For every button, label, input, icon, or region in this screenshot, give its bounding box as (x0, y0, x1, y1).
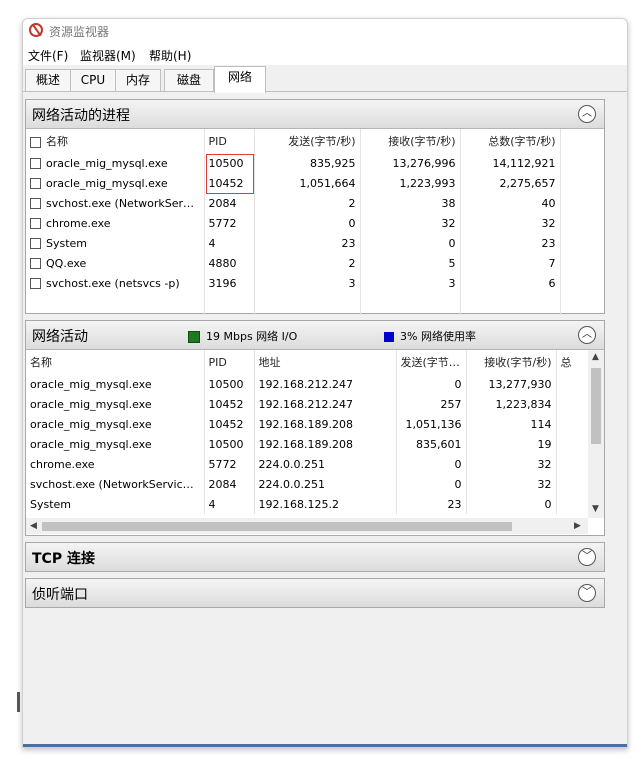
table-row[interactable]: oracle_mig_mysql.exe 10500 192.168.189.208… (26, 434, 588, 454)
resize-grip[interactable] (17, 692, 20, 712)
column-header-total[interactable]: 总 (556, 350, 588, 374)
table-row[interactable]: chrome.exe 5772 224.0.0.251 0 32 (26, 454, 588, 474)
menu-bar: 文件(F) 监视器(M) 帮助(H) (23, 43, 627, 65)
listening-ports-panel: 侦听端口 ﹀ (25, 578, 605, 608)
table-row[interactable]: oracle_mig_mysql.exe 10452 192.168.189.208… (26, 414, 588, 434)
tab-cpu[interactable]: CPU (70, 69, 116, 91)
row-checkbox[interactable] (30, 178, 41, 189)
table-row[interactable]: chrome.exe 5772 0 32 32 (26, 213, 604, 233)
row-checkbox[interactable] (30, 158, 41, 169)
network-table: 名称 PID 地址 发送(字节/... 接收(字节/秒) 总 oracle_mi… (26, 350, 588, 514)
expand-chevron-icon[interactable]: ﹀ (578, 548, 596, 566)
column-header-name[interactable]: 名称 (26, 350, 205, 374)
row-checkbox[interactable] (30, 278, 41, 289)
collapse-chevron-icon[interactable]: ︿ (578, 326, 596, 344)
network-header-row: 名称 PID 地址 发送(字节/... 接收(字节/秒) 总 (26, 350, 588, 374)
expand-chevron-icon[interactable]: ﹀ (578, 584, 596, 602)
select-all-checkbox[interactable] (30, 136, 41, 148)
processes-panel-header[interactable]: 网络活动的进程 ︿ (26, 100, 604, 129)
tab-network[interactable]: 网络 (214, 66, 266, 93)
resource-monitor-window: 资源监视器 文件(F) 监视器(M) 帮助(H) 概述 CPU 内存 磁盘 网络… (22, 18, 628, 748)
menu-monitor[interactable]: 监视器(M) (80, 47, 136, 64)
table-row[interactable]: System 4 23 0 23 (26, 233, 604, 253)
tab-strip: 概述 CPU 内存 磁盘 网络 (23, 65, 627, 93)
table-row[interactable]: oracle_mig_mysql.exe 10452 1,051,664 1,223,… (26, 173, 604, 193)
resource-monitor-icon (29, 23, 43, 37)
io-legend-swatch (188, 331, 200, 343)
scroll-down-icon[interactable]: ▼ (592, 504, 599, 514)
processes-panel: 网络活动的进程 ︿ 名称 PID 发送(字节/秒) 接收(字节/秒) 总数(字节… (25, 99, 605, 315)
window-bottom-edge (23, 744, 627, 747)
column-header-pid[interactable]: PID (204, 350, 255, 374)
column-header-total[interactable]: 总数(字节/秒) (460, 129, 561, 153)
network-panel: 网络活动 19 Mbps 网络 I/O 3% 网络使用率 ︿ 名称 PID 地址… (25, 320, 605, 536)
table-row[interactable]: svchost.exe (NetworkServic... 2084 2 38 40 (26, 193, 604, 213)
network-usage-legend: 3% 网络使用率 (384, 328, 476, 344)
menu-help[interactable]: 帮助(H) (149, 47, 191, 64)
column-header-pid[interactable]: PID (204, 129, 255, 153)
tab-memory[interactable]: 内存 (115, 69, 161, 91)
vertical-scrollbar[interactable]: ▲ ▼ (588, 350, 604, 518)
tab-disk[interactable]: 磁盘 (164, 69, 214, 91)
row-checkbox[interactable] (30, 238, 41, 249)
pid-highlight-box (206, 154, 254, 194)
scroll-left-icon[interactable]: ◀ (30, 521, 37, 531)
network-panel-title: 网络活动 (32, 329, 88, 345)
table-row[interactable]: oracle_mig_mysql.exe 10500 835,925 13,276,9… (26, 153, 604, 173)
horizontal-scroll-thumb[interactable] (42, 522, 512, 531)
vertical-scroll-thumb[interactable] (591, 368, 601, 444)
column-header-name[interactable]: 名称 (26, 129, 205, 153)
table-row[interactable]: oracle_mig_mysql.exe 10500 192.168.212.247… (26, 374, 588, 394)
row-checkbox[interactable] (30, 218, 41, 229)
row-checkbox[interactable] (30, 258, 41, 269)
column-header-send[interactable]: 发送(字节/... (396, 350, 467, 374)
menu-file[interactable]: 文件(F) (28, 47, 68, 64)
tcp-panel-title: TCP 连接 (32, 551, 95, 567)
table-row[interactable]: QQ.exe 4880 2 5 7 (26, 253, 604, 273)
table-row[interactable]: System 4 192.168.125.2 23 0 (26, 494, 588, 514)
scroll-up-icon[interactable]: ▲ (592, 352, 599, 362)
listening-ports-panel-title: 侦听端口 (32, 587, 88, 603)
network-io-legend: 19 Mbps 网络 I/O (188, 328, 297, 344)
listening-ports-panel-header[interactable]: 侦听端口 ﹀ (26, 579, 604, 607)
table-row[interactable]: svchost.exe (netsvcs -p) 3196 3 3 6 (26, 273, 604, 293)
tcp-panel-header[interactable]: TCP 连接 ﹀ (26, 543, 604, 571)
row-checkbox[interactable] (30, 198, 41, 209)
tab-overview[interactable]: 概述 (25, 69, 71, 91)
scroll-right-icon[interactable]: ▶ (574, 521, 581, 531)
title-bar[interactable]: 资源监视器 (23, 19, 627, 43)
processes-table: 名称 PID 发送(字节/秒) 接收(字节/秒) 总数(字节/秒) oracle… (26, 129, 604, 315)
collapse-chevron-icon[interactable]: ︿ (578, 105, 596, 123)
usage-legend-swatch (384, 332, 394, 342)
column-header-receive[interactable]: 接收(字节/秒) (466, 350, 557, 374)
network-panel-header[interactable]: 网络活动 19 Mbps 网络 I/O 3% 网络使用率 ︿ (26, 321, 604, 350)
window-title: 资源监视器 (49, 25, 110, 39)
processes-panel-title: 网络活动的进程 (32, 108, 130, 124)
column-header-receive[interactable]: 接收(字节/秒) (360, 129, 461, 153)
column-header-address[interactable]: 地址 (254, 350, 397, 374)
processes-header-row: 名称 PID 发送(字节/秒) 接收(字节/秒) 总数(字节/秒) (26, 129, 604, 153)
horizontal-scrollbar[interactable]: ◀ ▶ (26, 518, 588, 534)
tcp-panel: TCP 连接 ﹀ (25, 542, 605, 572)
table-row[interactable]: svchost.exe (NetworkService -p) 2084 224.0… (26, 474, 588, 494)
table-row[interactable]: oracle_mig_mysql.exe 10452 192.168.212.247… (26, 394, 588, 414)
column-header-send[interactable]: 发送(字节/秒) (254, 129, 361, 153)
